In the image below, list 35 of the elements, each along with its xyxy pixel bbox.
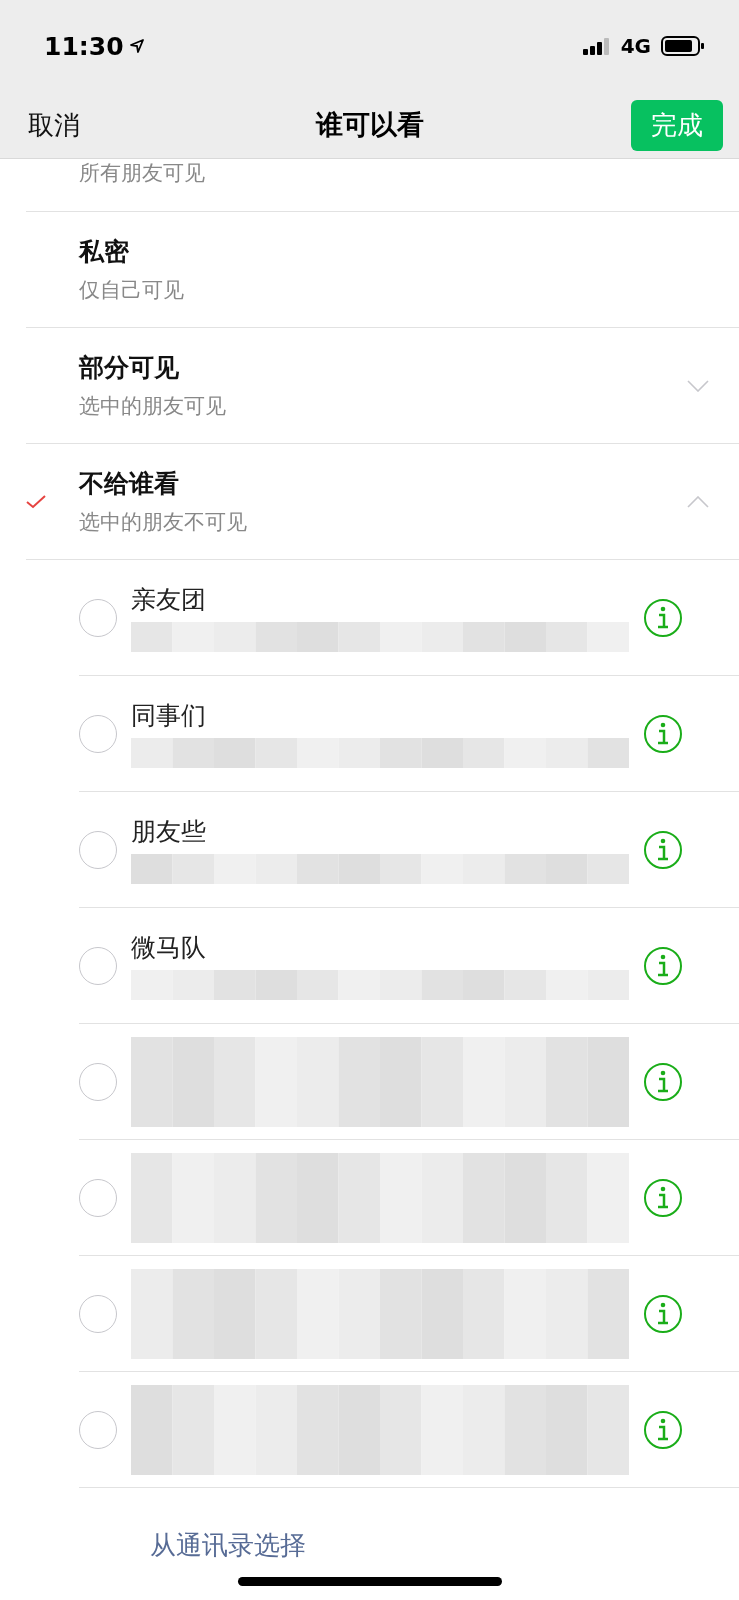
info-icon[interactable] [643, 597, 683, 638]
info-icon[interactable] [643, 829, 683, 870]
battery-icon [661, 36, 705, 56]
option-subtitle: 选中的朋友可见 [79, 393, 227, 420]
group-row[interactable]: 亲友团 [79, 560, 739, 676]
info-icon[interactable] [643, 1293, 683, 1334]
visibility-option[interactable]: 私密 仅自己可见 [26, 212, 739, 328]
visibility-option[interactable]: 不给谁看 选中的朋友不可见 [26, 444, 739, 560]
group-row[interactable]: 同事们 [79, 676, 739, 792]
group-name: 朋友些 [131, 816, 207, 848]
option-subtitle: 所有朋友可见 [79, 160, 206, 187]
page-title: 谁可以看 [315, 108, 424, 142]
group-name: 微马队 [131, 932, 207, 964]
visibility-option[interactable]: 所有朋友可见 [26, 159, 739, 212]
info-icon[interactable] [643, 1409, 683, 1450]
location-arrow-icon [129, 39, 144, 53]
group-row[interactable]: 微马队 [79, 908, 739, 1024]
info-icon[interactable] [643, 713, 683, 754]
option-title: 部分可见 [79, 352, 180, 384]
cancel-button[interactable]: 取消 [28, 107, 80, 143]
option-subtitle: 仅自己可见 [79, 277, 185, 304]
visibility-option[interactable]: 部分可见 选中的朋友可见 [26, 328, 739, 444]
group-name: 亲友团 [131, 584, 207, 616]
option-title: 不给谁看 [79, 468, 180, 500]
option-subtitle: 选中的朋友不可见 [79, 509, 248, 536]
status-time: 11:30 [44, 31, 124, 61]
network-label: 4G [620, 34, 651, 58]
group-row[interactable]: 朋友些 [79, 792, 739, 908]
info-icon[interactable] [643, 1177, 683, 1218]
signal-icon [582, 37, 611, 55]
info-icon[interactable] [643, 945, 683, 986]
info-icon[interactable] [643, 1061, 683, 1102]
option-title: 私密 [79, 236, 130, 268]
group-name: 同事们 [131, 700, 207, 732]
contacts-link[interactable]: 从通讯录选择 [150, 1528, 306, 1563]
